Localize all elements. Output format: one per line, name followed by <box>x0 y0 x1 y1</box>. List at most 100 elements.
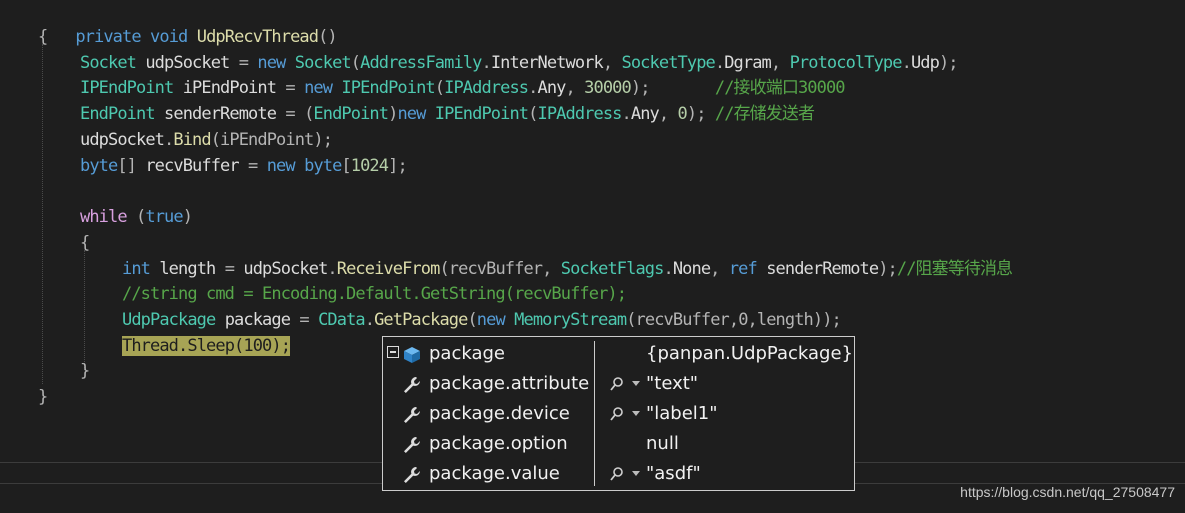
code-token: Any <box>630 104 660 124</box>
code-token: [ <box>341 156 351 176</box>
code-token: Sleep <box>187 336 235 356</box>
datatip-name: package.value <box>429 463 560 484</box>
code-token: Any <box>537 78 566 98</box>
datatip-row[interactable]: package.option null <box>383 429 854 459</box>
code-token: } <box>80 361 90 381</box>
code-token: 1024 <box>350 156 389 176</box>
code-line[interactable]: while (true) <box>80 204 193 230</box>
code-line[interactable]: IPEndPoint iPEndPoint = new IPEndPoint(I… <box>80 75 846 101</box>
code-line[interactable]: Socket udpSocket = new Socket(AddressFam… <box>80 50 959 76</box>
code-token: EndPoint <box>80 104 156 124</box>
code-token: udpSocket <box>243 259 328 279</box>
visualizer-dropdown-icon[interactable] <box>632 381 640 386</box>
code-line[interactable]: //string cmd = Encoding.Default.GetStrin… <box>122 281 627 307</box>
code-token: , <box>710 259 729 279</box>
object-cube-icon <box>401 344 423 366</box>
collapse-toggle-icon[interactable] <box>387 346 399 358</box>
wrench-icon <box>401 374 423 396</box>
datatip-value: "label1" <box>646 403 718 424</box>
magnifier-icon[interactable] <box>609 406 625 422</box>
code-token: senderRemote <box>756 259 879 279</box>
code-token: ); <box>938 53 959 73</box>
code-token: iPEndPoint <box>173 78 277 98</box>
datatip-name: package.device <box>429 403 570 424</box>
code-token: IPEndPoint <box>434 104 529 124</box>
code-line[interactable]: UdpPackage package = CData.GetPackage(ne… <box>122 307 842 333</box>
code-token: new <box>304 78 333 98</box>
visualizer-dropdown-icon[interactable] <box>632 411 640 416</box>
wrench-icon <box>401 404 423 426</box>
code-token: while <box>80 207 128 227</box>
indent-guide <box>42 44 43 384</box>
code-line[interactable]: } <box>38 384 48 410</box>
code-token: ( <box>136 207 146 227</box>
code-token: InterNetwork <box>490 53 604 73</box>
code-line[interactable]: EndPoint senderRemote = (EndPoint)new IP… <box>80 101 815 127</box>
code-token: , <box>658 104 678 124</box>
code-token: length <box>150 259 216 279</box>
code-comment: //存储发送者 <box>714 104 815 124</box>
code-token: ( <box>528 104 538 124</box>
code-token: (recvBuffer, <box>439 259 561 279</box>
datatip-row[interactable]: package.attribute "text" <box>383 369 854 399</box>
code-token: . <box>621 104 632 124</box>
code-comment: //string cmd = Encoding.Default.GetStrin… <box>122 284 627 304</box>
code-token: udpSocket <box>80 130 165 150</box>
code-token: CData <box>318 310 366 330</box>
code-token: ref <box>728 259 758 279</box>
datatip-row[interactable]: package.value "asdf" <box>383 459 854 489</box>
code-token: . <box>164 130 174 150</box>
code-token: Dgram <box>724 53 772 73</box>
magnifier-icon[interactable] <box>609 466 625 482</box>
code-comment: //接收端口30000 <box>714 78 846 98</box>
code-token: IPEndPoint <box>341 78 435 98</box>
debugger-datatip[interactable]: package {panpan.UdpPackage} package.attr… <box>382 336 855 491</box>
code-token: new <box>397 104 426 124</box>
code-token: Socket <box>80 53 137 73</box>
code-token: . <box>901 53 912 73</box>
code-token: = <box>238 156 267 176</box>
code-line[interactable]: { <box>80 230 90 256</box>
datatip-row[interactable]: package {panpan.UdpPackage} <box>383 339 854 369</box>
code-token: ( <box>304 104 314 124</box>
code-line[interactable]: { <box>38 24 48 50</box>
datatip-name: package.option <box>429 433 568 454</box>
code-line[interactable]: int length = udpSocket.ReceiveFrom(recvB… <box>122 256 1013 282</box>
code-line[interactable]: byte[] recvBuffer = new byte[1024]; <box>80 153 408 179</box>
visualizer-dropdown-icon[interactable] <box>632 471 640 476</box>
code-token: ) <box>182 207 193 227</box>
code-line[interactable]: udpSocket.Bind(iPEndPoint); <box>80 127 333 153</box>
current-statement-highlight: Thread.Sleep(100); <box>122 336 291 356</box>
code-token: ]; <box>388 156 408 176</box>
code-token: . <box>481 53 491 73</box>
code-token: MemoryStream <box>514 310 627 330</box>
code-token: = <box>276 78 305 98</box>
code-token: ProtocolType <box>789 53 903 73</box>
code-token: private <box>75 27 141 47</box>
datatip-row[interactable]: package.device "label1" <box>383 399 854 429</box>
code-token: recvBuffer <box>136 156 239 176</box>
code-token: IPAddress <box>444 78 529 98</box>
code-token: [] <box>117 156 137 176</box>
code-token: AddressFamily <box>360 53 482 73</box>
code-token: = <box>276 104 305 124</box>
code-token: . <box>327 259 337 279</box>
datatip-name: package.attribute <box>429 373 590 394</box>
code-token: new <box>266 156 296 176</box>
code-token: . <box>364 310 375 330</box>
code-token: { <box>80 233 90 253</box>
code-token: new <box>257 53 286 73</box>
code-token: (iPEndPoint); <box>210 130 333 150</box>
code-token: void <box>150 27 188 47</box>
code-token: () <box>318 27 338 47</box>
code-line[interactable]: private void UdpRecvThread() <box>38 0 337 47</box>
code-token: . <box>178 336 188 356</box>
code-line-current[interactable]: Thread.Sleep(100); <box>122 333 291 359</box>
code-line[interactable]: } <box>80 358 90 384</box>
code-token: IPAddress <box>537 104 623 124</box>
magnifier-icon[interactable] <box>609 376 625 392</box>
code-token: = <box>290 310 319 330</box>
code-token: 100 <box>243 336 272 356</box>
